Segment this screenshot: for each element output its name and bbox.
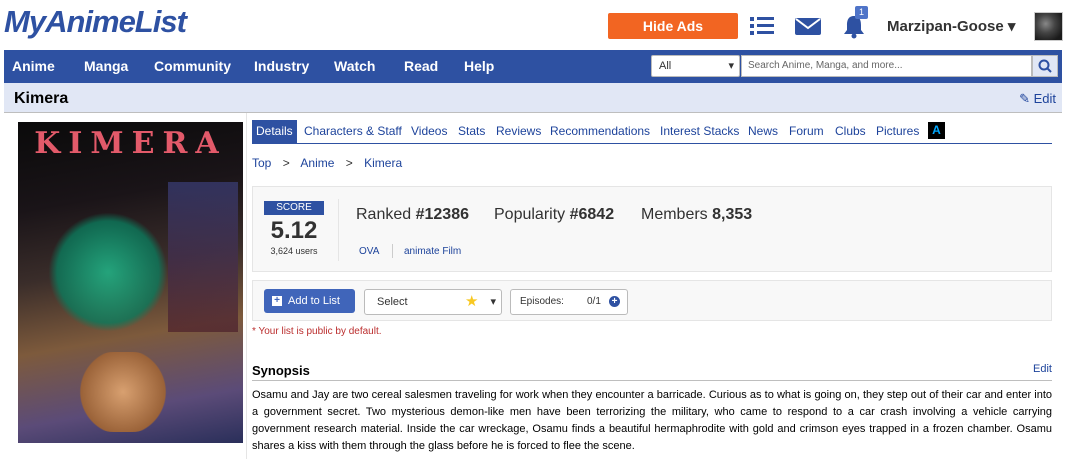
tab-pictures[interactable]: Pictures — [876, 120, 919, 143]
chevron-down-icon: ▾ — [1007, 18, 1016, 35]
breadcrumb-anime[interactable]: Anime — [300, 156, 334, 170]
chevron-down-icon: ▾ — [728, 60, 734, 72]
popularity-label: Popularity — [494, 206, 566, 223]
left-column: KIMERA — [4, 113, 247, 459]
status-select[interactable]: Select ★ ▾ — [364, 289, 502, 315]
stats-box: SCORE 5.12 3,624 users Ranked #12386 Pop… — [252, 186, 1052, 272]
pencil-icon: ✎ — [1019, 91, 1030, 106]
hide-ads-button[interactable]: Hide Ads — [608, 13, 738, 39]
list-controls: + Add to List Select ★ ▾ Episodes: 0/1 + — [252, 280, 1052, 321]
episodes-progress[interactable]: Episodes: 0/1 + — [510, 289, 628, 315]
divider — [338, 199, 339, 261]
plus-icon: + — [272, 296, 282, 306]
top-header: MyAnimeList Hide Ads 1 Marzipan-Goose ▾ — [0, 0, 1066, 50]
synopsis-title: Synopsis — [252, 363, 310, 378]
chevron-down-icon: ▾ — [490, 296, 496, 308]
user-menu[interactable]: Marzipan-Goose ▾ — [887, 17, 1015, 35]
edit-synopsis-link[interactable]: Edit — [1033, 363, 1052, 375]
mail-icon[interactable] — [794, 12, 822, 40]
tab-details[interactable]: Details — [252, 120, 297, 143]
public-list-note: * Your list is public by default. — [252, 326, 382, 337]
page-title: Kimera — [14, 90, 69, 107]
breadcrumb-top[interactable]: Top — [252, 156, 271, 170]
tab-interest-stacks[interactable]: Interest Stacks — [660, 120, 739, 143]
ranked-value: #12386 — [415, 206, 469, 223]
tab-news[interactable]: News — [748, 120, 778, 143]
nav-item-help[interactable]: Help — [464, 50, 494, 83]
members-value: 8,353 — [712, 206, 753, 223]
tab-forum[interactable]: Forum — [789, 120, 824, 143]
avatar[interactable] — [1034, 12, 1063, 41]
title-bar: Kimera ✎ Edit — [4, 83, 1062, 113]
list-icon[interactable] — [748, 12, 776, 40]
nav-item-watch[interactable]: Watch — [334, 50, 375, 83]
ranked-label: Ranked — [356, 206, 412, 223]
tab-reviews[interactable]: Reviews — [496, 120, 541, 143]
tab-clubs[interactable]: Clubs — [835, 120, 866, 143]
ranked-stat[interactable]: Ranked #12386 — [356, 206, 469, 224]
edit-title-link[interactable]: ✎ Edit — [1019, 91, 1056, 107]
divider — [392, 244, 393, 258]
anilist-icon[interactable]: A — [928, 122, 945, 139]
cover-art-sky — [168, 182, 238, 332]
breadcrumb-separator: > — [282, 156, 290, 170]
tab-characters-staff[interactable]: Characters & Staff — [304, 120, 402, 143]
synopsis-text: Osamu and Jay are two cereal salesmen tr… — [252, 389, 1052, 452]
members-label: Members — [641, 206, 708, 223]
popularity-value: #6842 — [569, 206, 615, 223]
breadcrumb-current[interactable]: Kimera — [364, 156, 402, 170]
notification-badge: 1 — [855, 6, 868, 19]
cover-art-figure — [48, 212, 168, 332]
site-logo[interactable]: MyAnimeList — [4, 4, 187, 40]
breadcrumb-separator: > — [345, 156, 353, 170]
edit-title-label: Edit — [1033, 91, 1056, 106]
tab-recommendations[interactable]: Recommendations — [550, 120, 650, 143]
username-label: Marzipan-Goose — [887, 18, 1004, 35]
type-link[interactable]: OVA — [359, 246, 379, 257]
nav-item-industry[interactable]: Industry — [254, 50, 309, 83]
status-select-value: Select — [377, 296, 408, 308]
episodes-label: Episodes: — [520, 296, 564, 307]
score-users: 3,624 users — [270, 246, 318, 256]
add-to-list-label: Add to List — [288, 295, 340, 307]
add-to-list-button[interactable]: + Add to List — [264, 289, 355, 313]
nav-item-community[interactable]: Community — [154, 50, 231, 83]
nav-item-read[interactable]: Read — [404, 50, 438, 83]
search-button[interactable] — [1032, 55, 1058, 77]
nav-item-manga[interactable]: Manga — [84, 50, 128, 83]
search-type-value: All — [659, 60, 672, 72]
star-icon: ★ — [465, 293, 479, 310]
search-type-select[interactable]: All ▾ — [651, 55, 740, 77]
cover-image[interactable]: KIMERA — [18, 122, 243, 443]
tab-videos[interactable]: Videos — [411, 120, 447, 143]
search-icon — [1038, 59, 1052, 73]
tab-stats[interactable]: Stats — [458, 120, 485, 143]
synopsis-header: Synopsis Edit — [252, 363, 1052, 381]
score-label: SCORE — [264, 201, 324, 215]
score-value: 5.12 — [270, 217, 318, 244]
members-stat[interactable]: Members 8,353 — [641, 206, 752, 224]
studio-link[interactable]: animate Film — [404, 246, 461, 257]
increment-episode-button[interactable]: + — [609, 296, 620, 307]
nav-item-anime[interactable]: Anime — [12, 50, 55, 83]
cover-title-art: KIMERA — [34, 126, 227, 161]
breadcrumb: Top > Anime > Kimera — [252, 156, 402, 170]
cover-art-face — [78, 352, 168, 432]
episodes-value: 0/1 — [587, 296, 601, 307]
search-input[interactable]: Search Anime, Manga, and more... — [741, 55, 1032, 77]
popularity-stat[interactable]: Popularity #6842 — [494, 206, 614, 224]
